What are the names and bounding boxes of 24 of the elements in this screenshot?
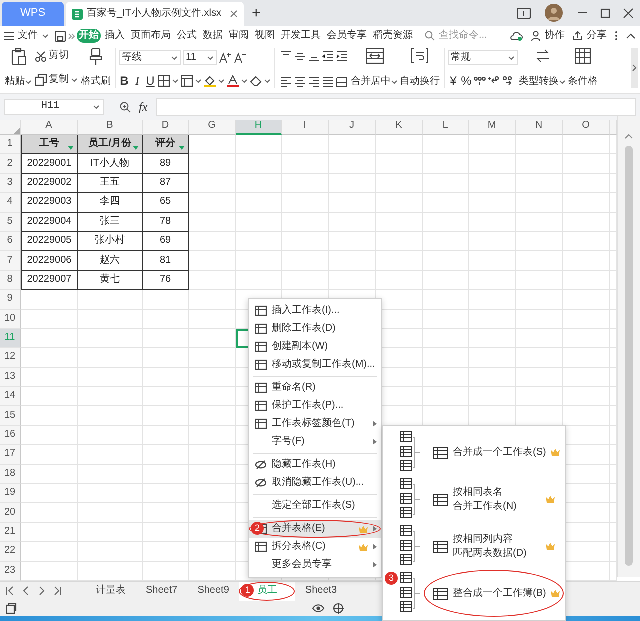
table-header-cell: 员工/月份	[78, 135, 143, 154]
table-cell: 20229003	[21, 193, 78, 213]
table-cell: 20229006	[21, 251, 78, 271]
table-header-cell: 评分	[143, 135, 189, 154]
table-cell: IT小人物	[78, 154, 143, 174]
table-header-cell: 工号	[21, 135, 78, 154]
table-cell: 76	[143, 270, 189, 290]
table-cell: 20229004	[21, 212, 78, 232]
table-cell: 20229005	[21, 232, 78, 252]
table-cell: 李四	[78, 193, 143, 213]
table-cell: 89	[143, 154, 189, 174]
table-cell: 78	[143, 212, 189, 232]
table-cell: 黄七	[78, 270, 143, 290]
table-cell: 王五	[78, 174, 143, 194]
table-cell: 87	[143, 174, 189, 194]
table-cell: 81	[143, 251, 189, 271]
table-cell: 20229002	[21, 174, 78, 194]
table-cell: 65	[143, 193, 189, 213]
table-cell: 张三	[78, 212, 143, 232]
table-cell: 69	[143, 232, 189, 252]
table-cell: 20229001	[21, 154, 78, 174]
table-cell: 赵六	[78, 251, 143, 271]
table-cell: 20229007	[21, 270, 78, 290]
table-cell: 张小村	[78, 232, 143, 252]
